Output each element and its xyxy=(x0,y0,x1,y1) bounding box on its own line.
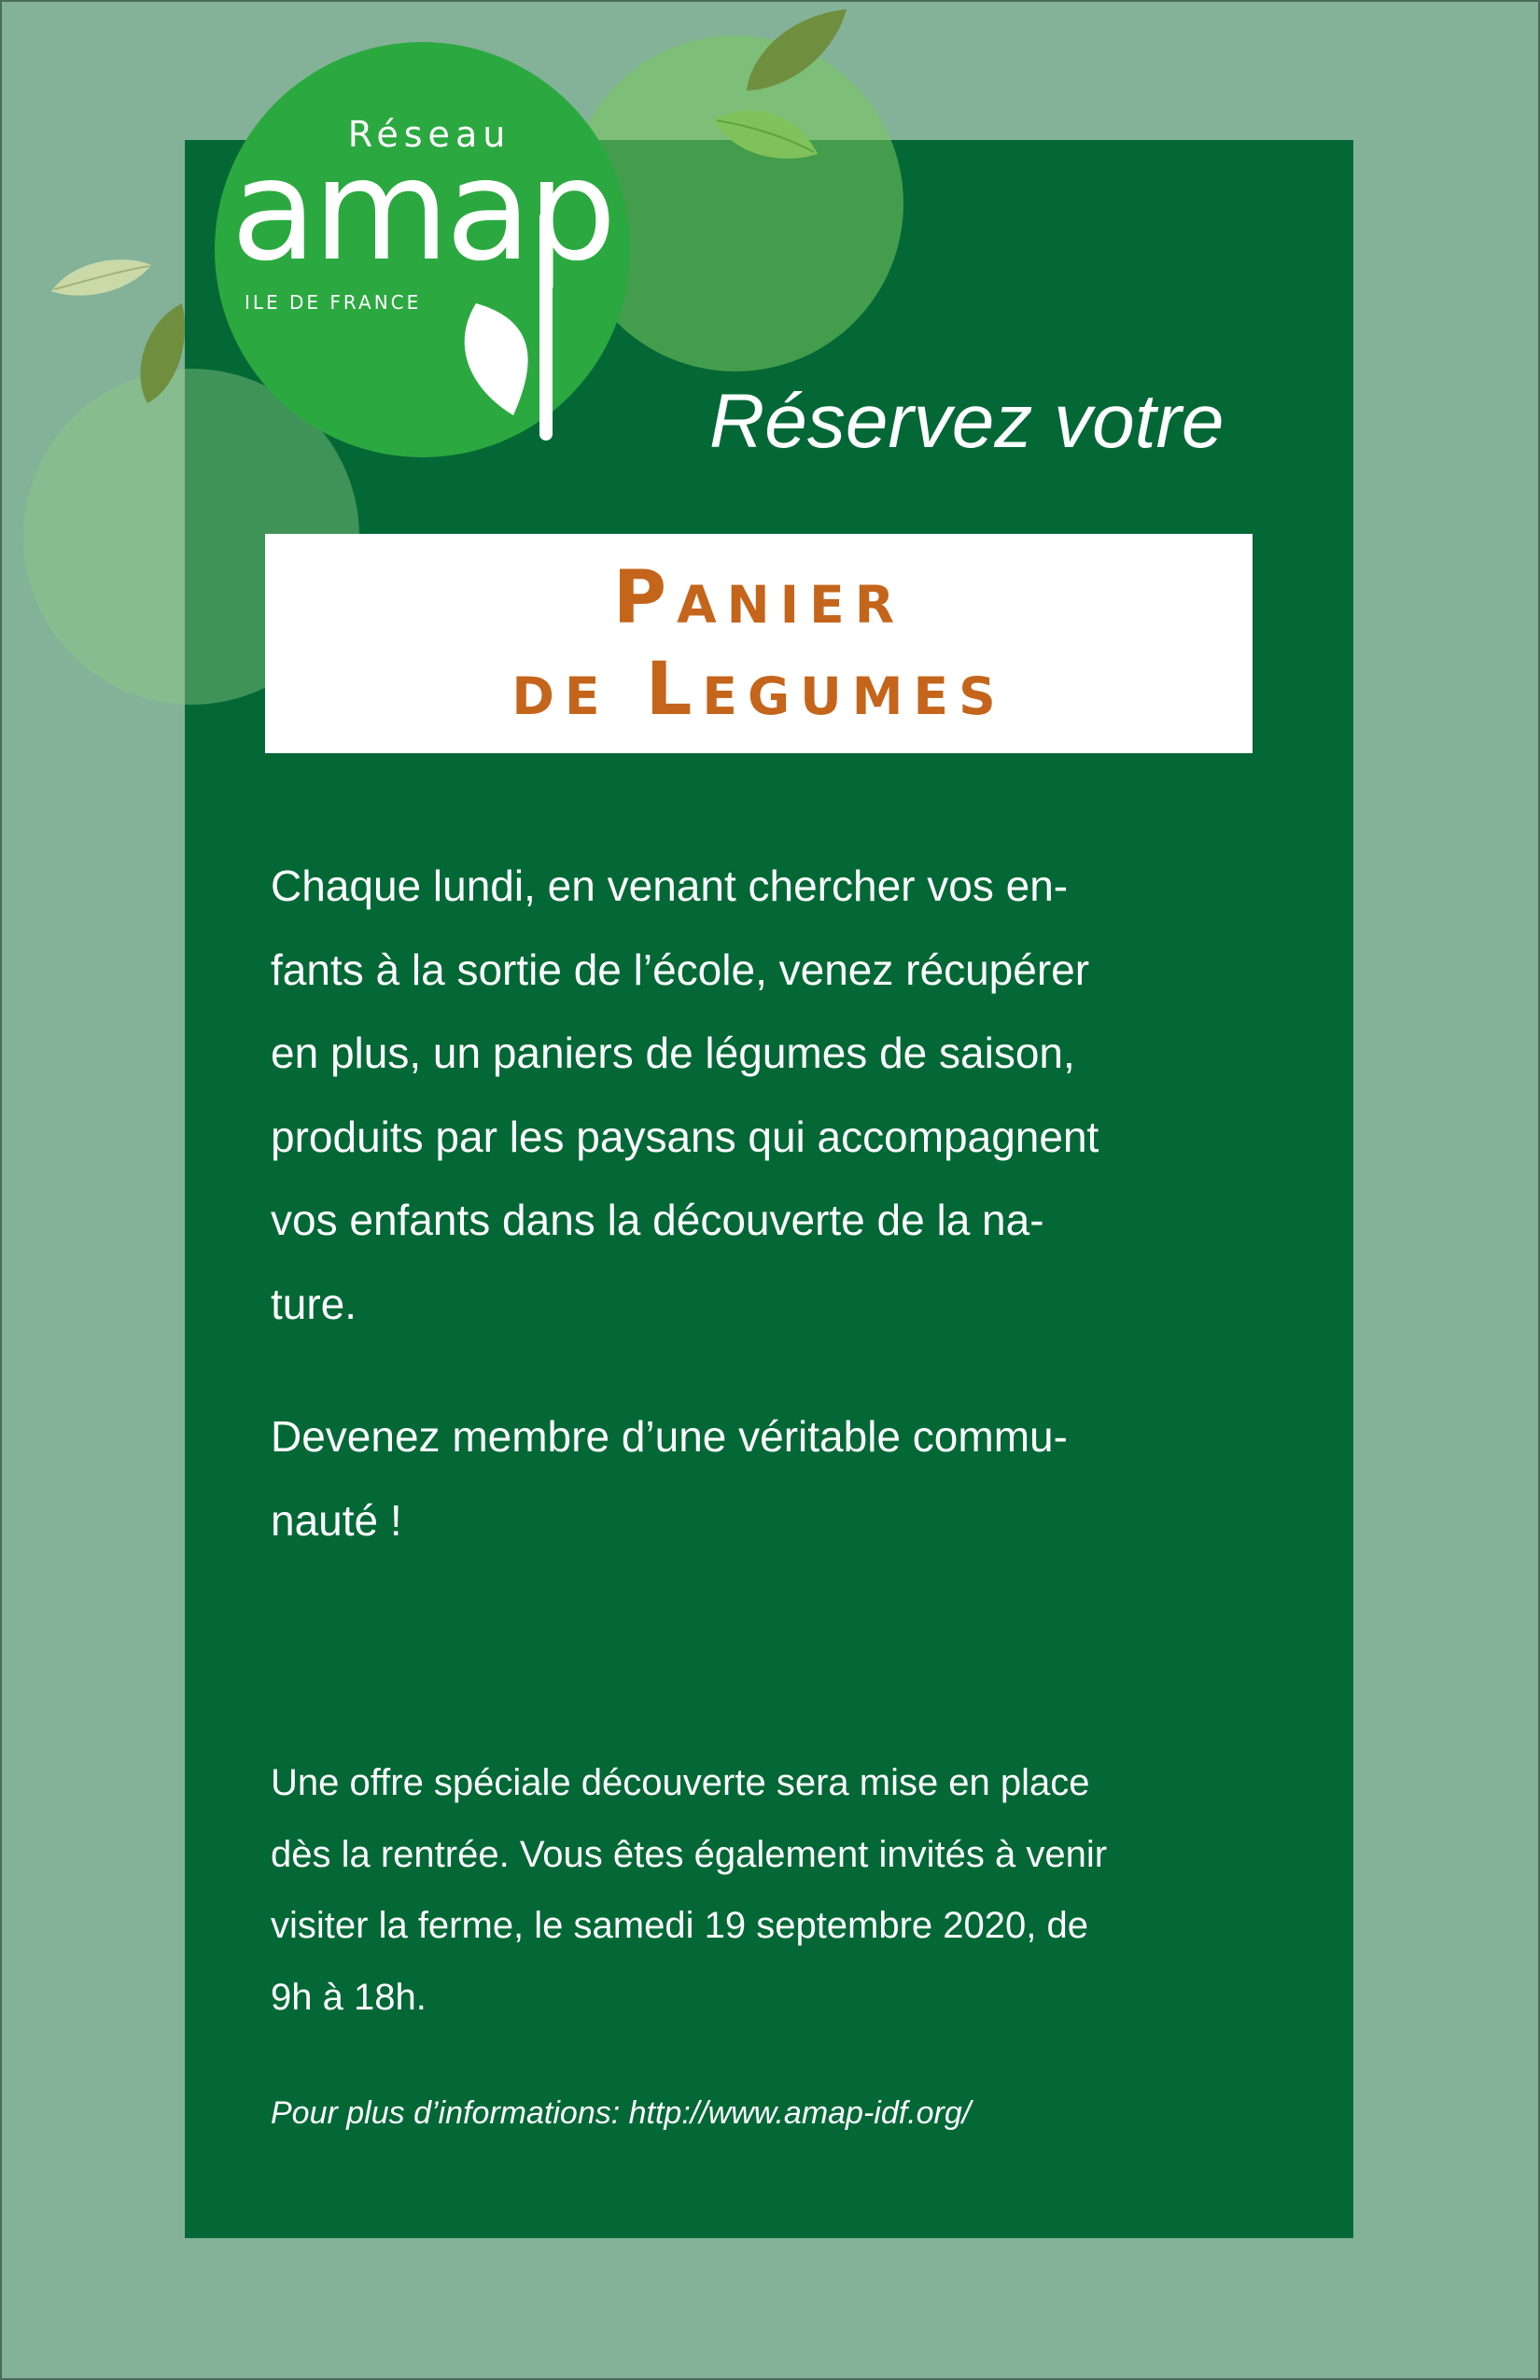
headline: Réservez votre xyxy=(709,379,1225,464)
info-line: Pour plus d’informations: http://www.ama… xyxy=(271,2095,972,2131)
paragraph-membership: Devenez membre d’une véritable commu- na… xyxy=(271,1395,1260,1562)
text-line: Devenez membre d’une véritable commu- xyxy=(271,1412,1068,1461)
text-line: nauté ! xyxy=(271,1495,402,1545)
leaf-icon xyxy=(464,303,528,415)
paragraph-offer: Une offre spéciale découverte sera mise … xyxy=(271,1747,1260,2033)
logo-region: ILE DE FRANCE xyxy=(245,291,421,314)
paragraph-intro: Chaque lundi, en venant chercher vos en-… xyxy=(271,845,1260,1346)
leaf-icon xyxy=(747,9,847,91)
text-line: ture. xyxy=(271,1279,357,1328)
text-line: Chaque lundi, en venant chercher vos en- xyxy=(271,861,1069,910)
text-line: dès la rentrée. Vous êtes également invi… xyxy=(271,1833,1108,1875)
text-line: produits par les paysans qui accompagnen… xyxy=(271,1112,1099,1161)
text-line: en plus, un paniers de légumes de saison… xyxy=(271,1029,1075,1077)
text-line: 9h à 18h. xyxy=(271,1976,427,2018)
leaf-icon xyxy=(713,110,818,159)
title-line-2: de Legumes xyxy=(511,648,1006,732)
text-line: Une offre spéciale découverte sera mise … xyxy=(271,1762,1090,1803)
text-line: fants à la sortie de l’école, venez récu… xyxy=(271,945,1090,994)
logo-brand: amap xyxy=(231,130,612,292)
title-line-1: Panier xyxy=(612,556,905,640)
amap-logo: Réseau amap ILE DE FRANCE xyxy=(231,114,617,441)
leaf-icon xyxy=(140,303,186,403)
text-line: visiter la ferme, le samedi 19 septembre… xyxy=(271,1905,1088,1946)
title-box: Panier de Legumes xyxy=(265,534,1253,753)
text-line: vos enfants dans la découverte de la na- xyxy=(271,1196,1044,1244)
